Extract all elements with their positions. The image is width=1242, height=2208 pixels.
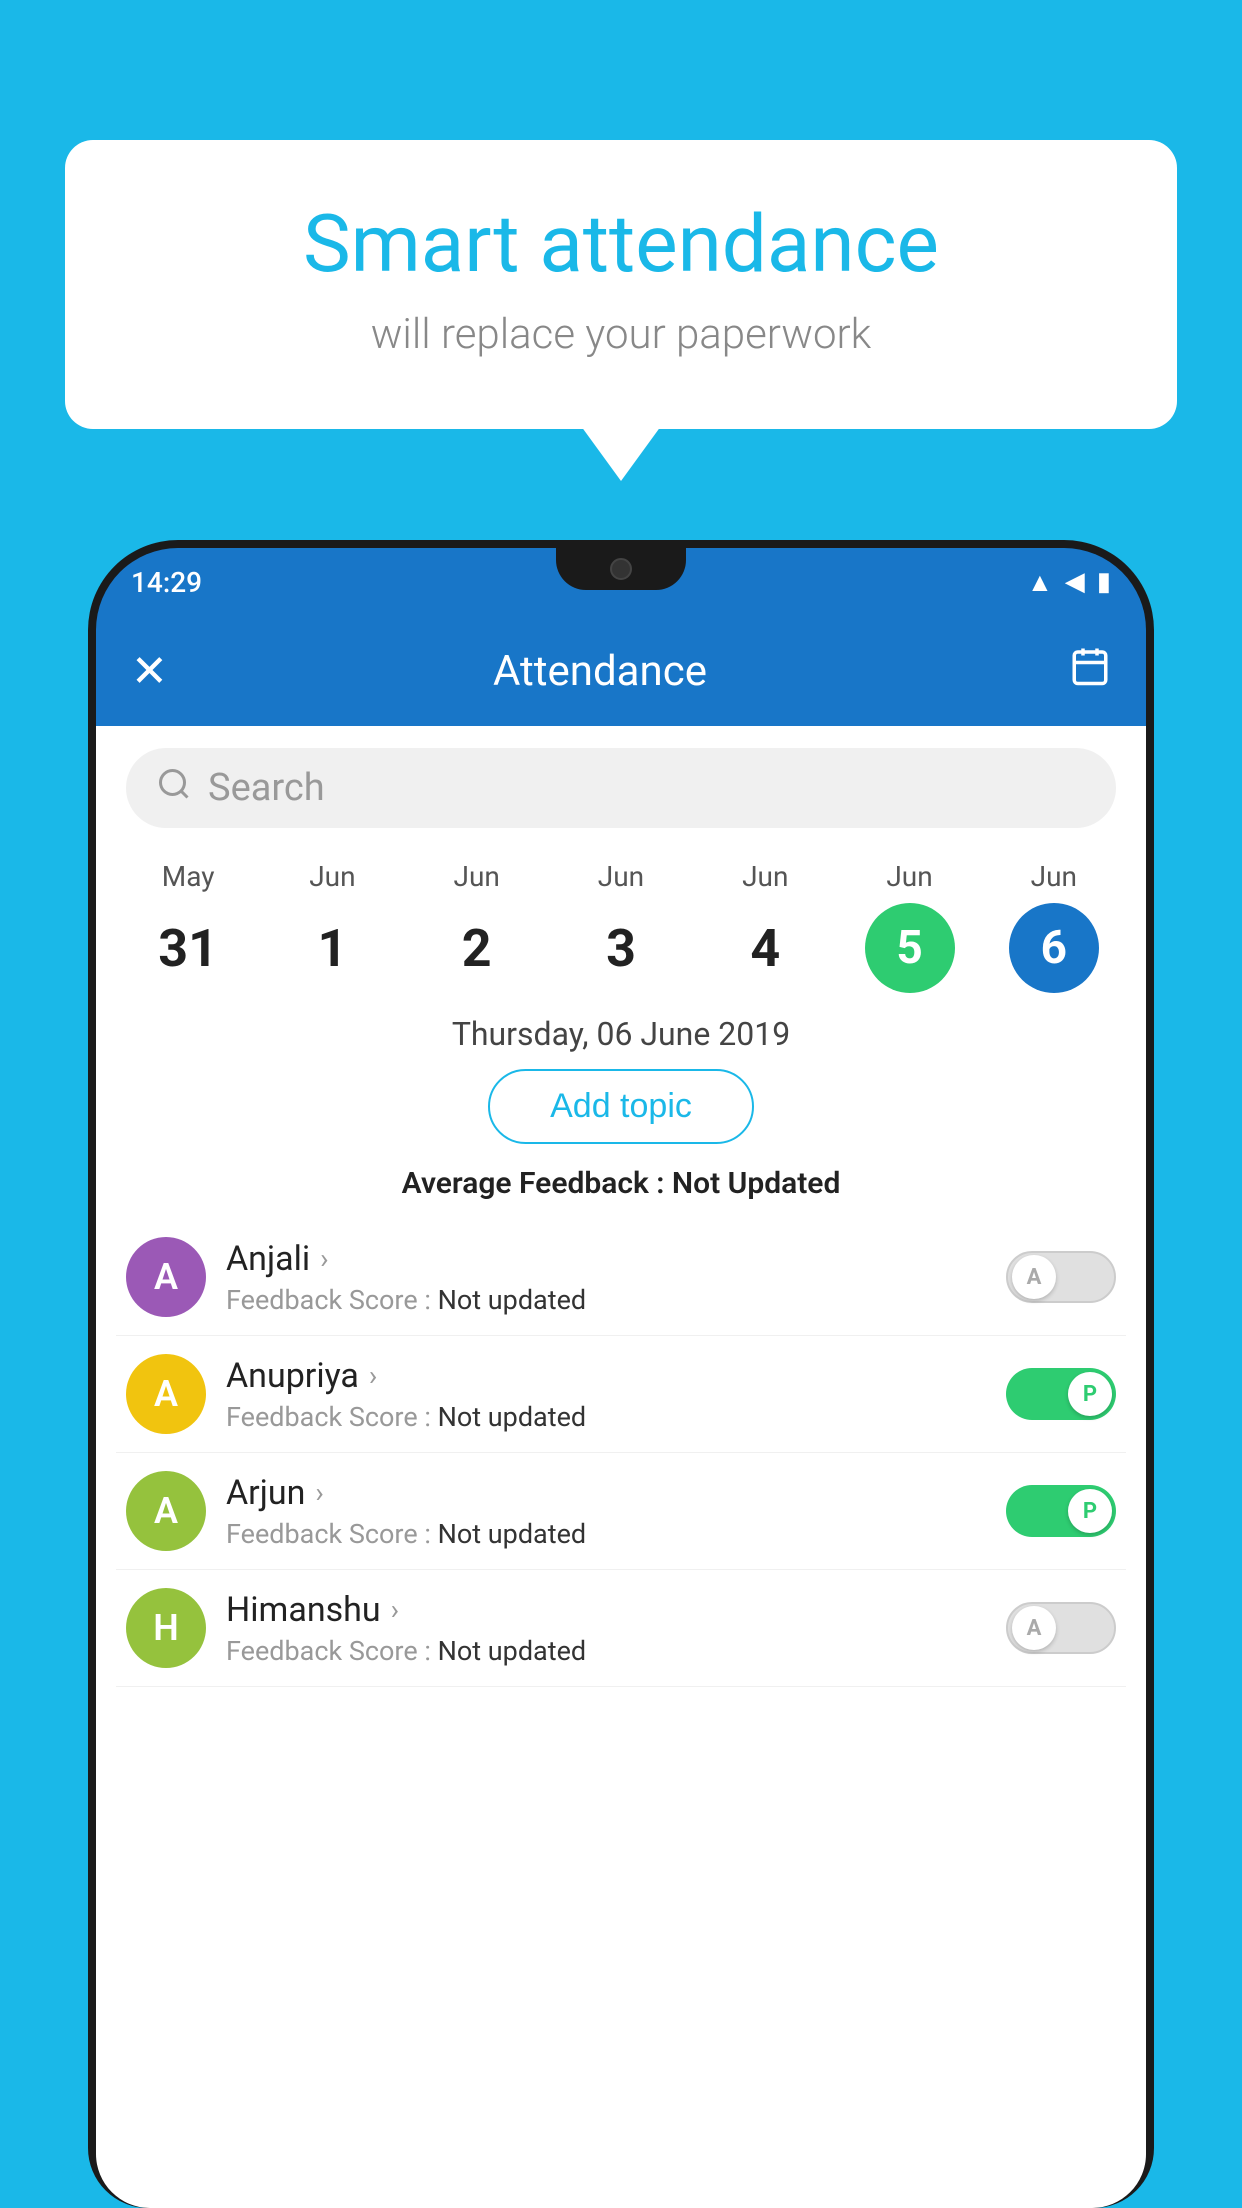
calendar-day-2[interactable]: Jun 2: [417, 860, 537, 993]
search-placeholder: Search: [208, 766, 325, 810]
student-item-2: A Arjun › Feedback Score : Not updated P: [116, 1453, 1126, 1570]
student-info-0: Anjali › Feedback Score : Not updated: [226, 1239, 986, 1316]
day-number: 4: [720, 903, 810, 993]
phone-inner: 14:29 ▲ ◀ ▮ ✕ Attendance: [96, 548, 1146, 2208]
student-name-3[interactable]: Himanshu ›: [226, 1590, 986, 1630]
attendance-toggle-2[interactable]: P: [1006, 1485, 1116, 1537]
day-month: Jun: [454, 860, 500, 893]
student-chevron: ›: [369, 1359, 377, 1392]
calendar-icon[interactable]: [1069, 645, 1111, 697]
day-month: Jun: [886, 860, 932, 893]
calendar-strip: May 31 Jun 1 Jun 2 Jun 3 Jun 4 Jun 5 Jun 6: [96, 850, 1146, 993]
student-item-0: A Anjali › Feedback Score : Not updated A: [116, 1219, 1126, 1336]
student-name-0[interactable]: Anjali ›: [226, 1239, 986, 1279]
bubble-title: Smart attendance: [145, 200, 1097, 288]
close-button[interactable]: ✕: [131, 645, 191, 697]
student-item-1: A Anupriya › Feedback Score : Not updated P: [116, 1336, 1126, 1453]
day-number: 6: [1009, 903, 1099, 993]
add-topic-button[interactable]: Add topic: [488, 1069, 754, 1144]
bubble-subtitle: will replace your paperwork: [145, 310, 1097, 359]
avg-feedback-label: Average Feedback :: [402, 1166, 665, 1201]
app-title: Attendance: [191, 647, 1009, 696]
avg-feedback-value: Not Updated: [672, 1166, 840, 1201]
student-feedback-2: Feedback Score : Not updated: [226, 1518, 986, 1550]
day-number: 2: [432, 903, 522, 993]
notch: [556, 548, 686, 590]
status-icons: ▲ ◀ ▮: [1027, 567, 1111, 598]
toggle-knob-3: A: [1012, 1606, 1056, 1650]
attendance-toggle-0[interactable]: A: [1006, 1251, 1116, 1303]
student-name-2[interactable]: Arjun ›: [226, 1473, 986, 1513]
day-month: May: [162, 860, 215, 893]
student-info-3: Himanshu › Feedback Score : Not updated: [226, 1590, 986, 1667]
student-avatar-2: A: [126, 1471, 206, 1551]
search-icon: [156, 766, 192, 811]
student-name-1[interactable]: Anupriya ›: [226, 1356, 986, 1396]
student-info-1: Anupriya › Feedback Score : Not updated: [226, 1356, 986, 1433]
attendance-toggle-1[interactable]: P: [1006, 1368, 1116, 1420]
app-bar: ✕ Attendance: [96, 616, 1146, 726]
calendar-day-3[interactable]: Jun 3: [561, 860, 681, 993]
day-month: Jun: [1031, 860, 1077, 893]
student-chevron: ›: [320, 1242, 328, 1275]
day-number: 1: [287, 903, 377, 993]
student-avatar-1: A: [126, 1354, 206, 1434]
calendar-day-0[interactable]: May 31: [128, 860, 248, 993]
student-feedback-1: Feedback Score : Not updated: [226, 1401, 986, 1433]
calendar-day-5[interactable]: Jun 5: [850, 860, 970, 993]
student-feedback-0: Feedback Score : Not updated: [226, 1284, 986, 1316]
day-number: 31: [143, 903, 233, 993]
day-month: Jun: [309, 860, 355, 893]
search-bar[interactable]: Search: [126, 748, 1116, 828]
phone-frame: 14:29 ▲ ◀ ▮ ✕ Attendance: [88, 540, 1154, 2208]
wifi-icon: ▲: [1027, 567, 1053, 598]
speech-bubble-container: Smart attendance will replace your paper…: [65, 140, 1177, 429]
notch-camera: [610, 558, 632, 580]
student-item-3: H Himanshu › Feedback Score : Not updated A: [116, 1570, 1126, 1687]
student-list: AAnjali ›Feedback Score : Not updatedAAA…: [96, 1219, 1146, 1687]
day-month: Jun: [598, 860, 644, 893]
signal-icon: ◀: [1065, 567, 1085, 597]
day-number: 5: [865, 903, 955, 993]
student-avatar-0: A: [126, 1237, 206, 1317]
status-time: 14:29: [131, 566, 202, 599]
student-avatar-3: H: [126, 1588, 206, 1668]
toggle-knob-0: A: [1012, 1255, 1056, 1299]
selected-date-label: Thursday, 06 June 2019: [96, 1015, 1146, 1053]
battery-icon: ▮: [1097, 567, 1111, 597]
day-number: 3: [576, 903, 666, 993]
attendance-toggle-3[interactable]: A: [1006, 1602, 1116, 1654]
speech-bubble: Smart attendance will replace your paper…: [65, 140, 1177, 429]
student-info-2: Arjun › Feedback Score : Not updated: [226, 1473, 986, 1550]
toggle-knob-2: P: [1068, 1489, 1112, 1533]
toggle-knob-1: P: [1068, 1372, 1112, 1416]
calendar-day-4[interactable]: Jun 4: [705, 860, 825, 993]
student-chevron: ›: [391, 1593, 399, 1626]
avg-feedback: Average Feedback : Not Updated: [96, 1166, 1146, 1201]
calendar-day-6[interactable]: Jun 6: [994, 860, 1114, 993]
student-feedback-3: Feedback Score : Not updated: [226, 1635, 986, 1667]
screen-content: Search May 31 Jun 1 Jun 2 Jun 3 Jun 4 Jun 5 Jun 6 Thu…: [96, 726, 1146, 2208]
student-chevron: ›: [315, 1476, 323, 1509]
calendar-day-1[interactable]: Jun 1: [272, 860, 392, 993]
day-month: Jun: [742, 860, 788, 893]
